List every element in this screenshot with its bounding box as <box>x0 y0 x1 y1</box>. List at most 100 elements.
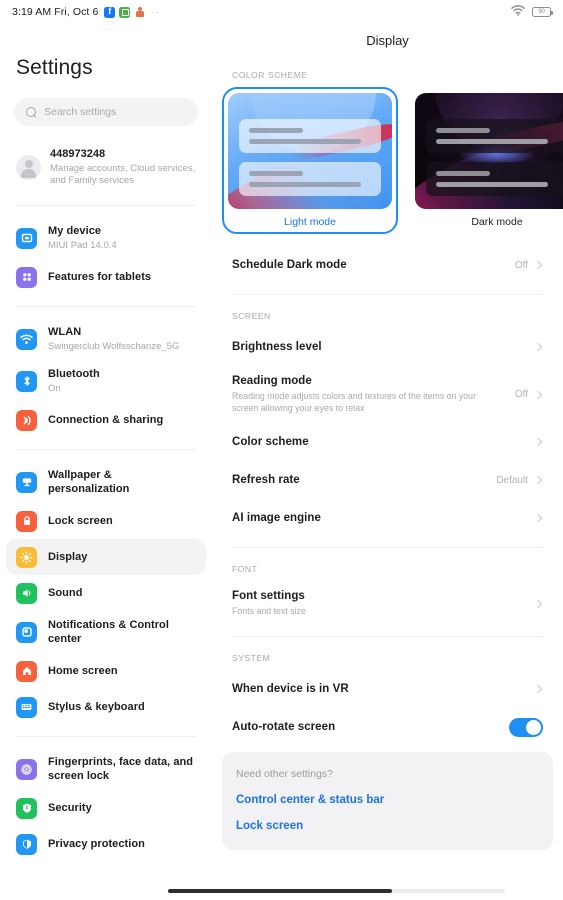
home-indicator[interactable] <box>168 889 392 893</box>
row-auto-rotate-screen[interactable]: Auto-rotate screen <box>222 708 553 746</box>
row-value: Off <box>514 389 528 400</box>
row-brightness-level[interactable]: Brightness level <box>222 328 553 366</box>
row-auto-rotate-text: Auto-rotate screen <box>232 721 509 733</box>
status-right-icons: 90 <box>511 3 553 21</box>
sidebar-item-label: Notifications & Control center <box>48 619 169 645</box>
sidebar-item-features-for-tablets[interactable]: Features for tablets <box>6 259 206 295</box>
row-when-device-in-vr[interactable]: When device is in VR <box>222 670 553 708</box>
main-panel: Display COLOR SCHEME Light mode Dark mod… <box>212 24 563 900</box>
row-value: Default <box>496 474 528 486</box>
row-value: Off <box>514 259 528 271</box>
help-link-control-center[interactable]: Control center & status bar <box>236 794 539 806</box>
nav-group-personalization: Wallpaper & personalization Lock screen <box>0 461 212 725</box>
sidebar: Settings Search settings 448973248 Manag… <box>0 24 212 900</box>
sidebar-item-label: Display <box>48 551 88 563</box>
row-refresh-rate[interactable]: Refresh rate Default <box>222 461 553 499</box>
row-ai-image-engine[interactable]: AI image engine <box>222 499 553 537</box>
sidebar-item-label: Connection & sharing <box>48 414 164 426</box>
sidebar-item-stylus-keyboard[interactable]: Stylus & keyboard <box>6 689 206 725</box>
chevron-right-icon <box>533 437 543 447</box>
row-title: Schedule Dark mode <box>232 259 347 271</box>
sidebar-item-security[interactable]: Security <box>6 790 206 826</box>
sidebar-nav: 448973248 Manage accounts, Cloud service… <box>0 140 212 862</box>
avatar <box>16 154 41 180</box>
row-title: Reading mode <box>232 375 312 387</box>
search-input[interactable]: Search settings <box>14 98 198 126</box>
grid-icon <box>16 266 37 288</box>
green-app-icon <box>119 6 131 18</box>
sidebar-item-my-device[interactable]: My device MIUI Pad 14.0.4 <box>6 217 206 259</box>
connection-icon <box>16 409 37 431</box>
chevron-right-icon <box>533 342 543 352</box>
main-title: Display <box>366 33 409 48</box>
chevron-right-icon <box>533 260 543 270</box>
page-title: Settings <box>16 56 93 79</box>
row-schedule-dark-mode[interactable]: Schedule Dark mode Off <box>222 246 553 284</box>
row-title: Brightness level <box>232 341 322 353</box>
sidebar-item-wlan[interactable]: WLAN Swingerclub Wolfsschanze_5G <box>6 318 206 360</box>
row-font-text: Font settings Fonts and text size <box>232 590 535 617</box>
auto-rotate-toggle[interactable] <box>509 717 543 737</box>
row-title: Refresh rate <box>232 474 300 486</box>
help-card: Need other settings? Control center & st… <box>222 752 553 850</box>
sidebar-item-sound[interactable]: Sound <box>6 575 206 611</box>
row-color-scheme-text: Color scheme <box>232 436 535 448</box>
battery-icon: 90 <box>532 7 553 17</box>
sidebar-item-account[interactable]: 448973248 Manage accounts, Cloud service… <box>6 140 206 194</box>
sidebar-item-home-screen[interactable]: Home screen <box>6 653 206 689</box>
row-font-settings[interactable]: Font settings Fonts and text size <box>222 581 553 626</box>
section-header-system: SYSTEM <box>232 653 271 663</box>
help-link-lock-screen[interactable]: Lock screen <box>236 820 539 832</box>
notification-icon <box>16 621 37 643</box>
nav-group-security: Fingerprints, face data, and screen lock… <box>0 748 212 862</box>
sidebar-item-wallpaper[interactable]: Wallpaper & personalization <box>6 461 206 503</box>
sidebar-item-fingerprints[interactable]: Fingerprints, face data, and screen lock <box>6 748 206 790</box>
preview-cards <box>239 118 381 205</box>
preview-bar <box>436 170 490 176</box>
row-title: Color scheme <box>232 436 309 448</box>
row-vr-text: When device is in VR <box>232 683 535 695</box>
security-shield-icon <box>16 797 37 819</box>
help-question: Need other settings? <box>236 768 333 780</box>
section-divider <box>232 636 543 637</box>
sidebar-item-label: My device <box>48 225 102 237</box>
nav-group-account: 448973248 Manage accounts, Cloud service… <box>0 140 212 194</box>
sidebar-item-label: WLAN <box>48 326 82 338</box>
chevron-right-icon <box>533 475 543 485</box>
sidebar-item-label: Stylus & keyboard <box>48 701 145 713</box>
sidebar-item-notifications-text: Notifications & Control center <box>48 618 196 646</box>
row-color-scheme[interactable]: Color scheme <box>222 423 553 461</box>
row-description: Reading mode adjusts colors and textures… <box>232 391 477 413</box>
row-reading-mode[interactable]: Reading mode Reading mode adjusts colors… <box>222 366 553 423</box>
row-schedule-text: Schedule Dark mode <box>232 259 515 271</box>
sidebar-item-lock-screen[interactable]: Lock screen <box>6 503 206 539</box>
preview-bar <box>249 138 361 144</box>
account-text: 448973248 Manage accounts, Cloud service… <box>50 147 196 187</box>
nav-group-connectivity: WLAN Swingerclub Wolfsschanze_5G Bluetoo… <box>0 318 212 438</box>
row-refresh-text: Refresh rate <box>232 474 496 486</box>
sidebar-item-bluetooth[interactable]: Bluetooth On <box>6 360 206 402</box>
sidebar-item-notifications[interactable]: Notifications & Control center <box>6 611 206 653</box>
row-title: Font settings <box>232 590 305 602</box>
preview-card <box>426 118 563 153</box>
account-subtitle: Manage accounts, Cloud services, and Fam… <box>50 163 196 186</box>
preview-cards <box>426 118 563 205</box>
main-content: COLOR SCHEME Light mode Dark mode Schedu… <box>212 48 563 746</box>
wifi-icon <box>511 3 525 21</box>
preview-card <box>426 161 563 196</box>
sidebar-item-connection-sharing[interactable]: Connection & sharing <box>6 402 206 438</box>
keyboard-icon <box>16 696 37 718</box>
color-scheme-option-light[interactable]: Light mode <box>222 87 398 234</box>
status-bar: 3:19 AM Fri, Oct 6 ·· 90 <box>0 0 563 24</box>
sidebar-item-privacy-protection[interactable]: Privacy protection <box>6 826 206 862</box>
lock-icon <box>16 510 37 532</box>
section-divider <box>232 547 543 548</box>
wallpaper-icon <box>16 471 37 493</box>
sidebar-item-fingerprints-text: Fingerprints, face data, and screen lock <box>48 755 196 783</box>
sidebar-item-display[interactable]: Display <box>6 539 206 575</box>
settings-screen: 3:19 AM Fri, Oct 6 ·· 90 Settings <box>0 0 563 900</box>
sidebar-item-label: Fingerprints, face data, and screen lock <box>48 756 194 782</box>
fingerprint-icon <box>16 758 37 780</box>
color-scheme-option-dark[interactable]: Dark mode <box>409 87 563 234</box>
